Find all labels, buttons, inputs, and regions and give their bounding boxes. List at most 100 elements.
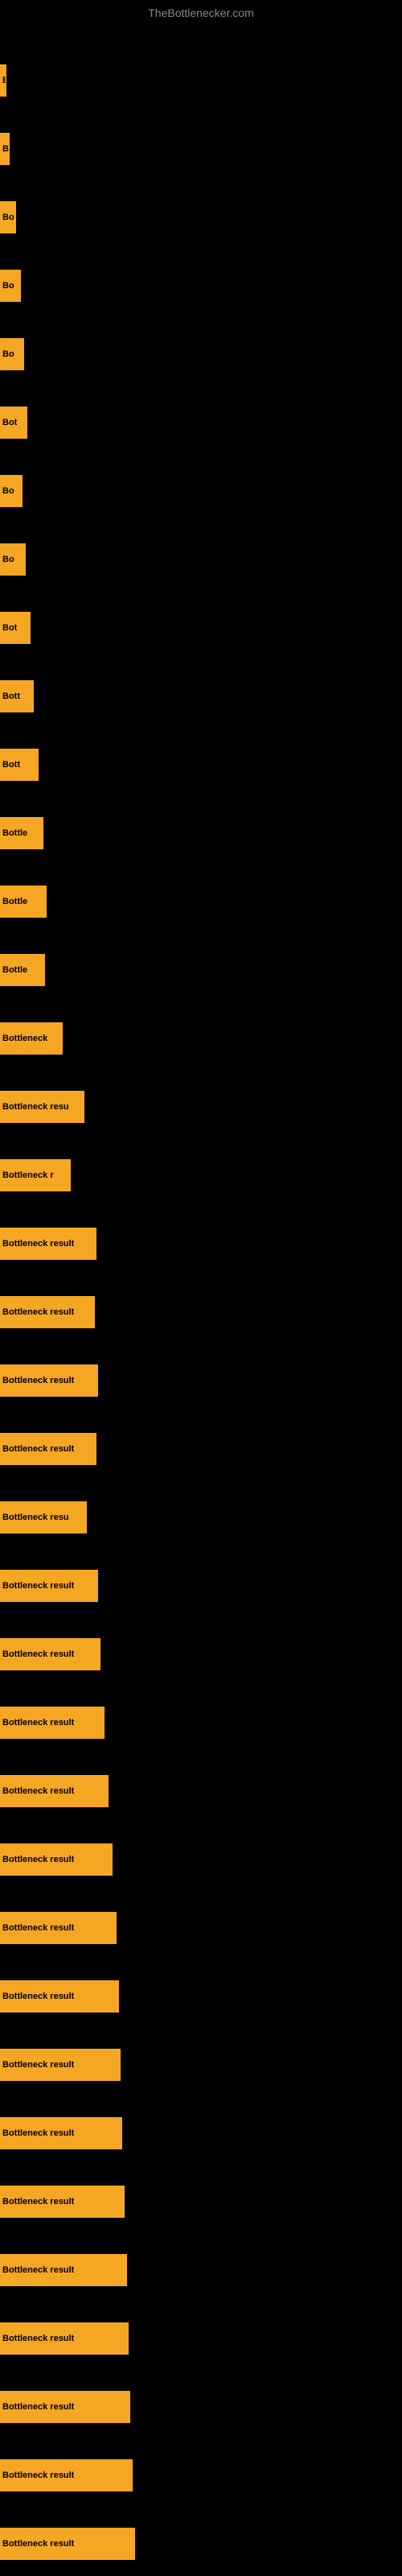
bar-row: Bottleneck result	[0, 1554, 402, 1618]
bar: B	[0, 64, 6, 97]
bar: Bottleneck r	[0, 1159, 71, 1191]
bar-label: Bottleneck result	[2, 1718, 74, 1728]
bar-row: Bottleneck result	[0, 1348, 402, 1413]
bar: Bottleneck result	[0, 1707, 105, 1739]
bar-row: Bottleneck r	[0, 1143, 402, 1208]
bar-label: Bott	[2, 760, 20, 770]
bar: Bottleneck result	[0, 1570, 98, 1602]
bar-label: Bottleneck resu	[2, 1102, 69, 1112]
bar: Bottleneck result	[0, 1433, 96, 1465]
bar-row: Bottleneck result	[0, 1690, 402, 1755]
bar-row: Bottleneck result	[0, 2238, 402, 2302]
bar-label: Bottleneck result	[2, 1581, 74, 1591]
bar-label: Bottleneck result	[2, 1307, 74, 1317]
bar-label: Bot	[2, 623, 17, 633]
bar: Bottleneck result	[0, 1775, 109, 1807]
site-title: TheBottlenecker.com	[148, 6, 254, 19]
bar: Bott	[0, 749, 39, 781]
bar: Bottle	[0, 817, 43, 849]
bar: Bottleneck result	[0, 1843, 113, 1876]
bar-label: Bottleneck result	[2, 1923, 74, 1933]
bar-row: Bo	[0, 322, 402, 386]
bar-row: Bottleneck result	[0, 1212, 402, 1276]
bar-row: Bot	[0, 596, 402, 660]
bar-row: Bo	[0, 459, 402, 523]
bar-row: B	[0, 117, 402, 181]
bar: Bott	[0, 680, 34, 712]
bar: Bottle	[0, 886, 47, 918]
bar: Bo	[0, 543, 26, 576]
bar-label: Bo	[2, 213, 14, 222]
bar-row: Bottleneck result	[0, 2512, 402, 2576]
bar-label: Bo	[2, 486, 14, 496]
bar: B	[0, 133, 10, 165]
bar: Bot	[0, 407, 27, 439]
bar-label: Bottleneck result	[2, 1855, 74, 1864]
bar: Bottleneck resu	[0, 1501, 87, 1534]
bar: Bottleneck result	[0, 1228, 96, 1260]
bar-row: Bottleneck result	[0, 2033, 402, 2097]
bar-label: Bottleneck result	[2, 1786, 74, 1796]
bar: Bottleneck	[0, 1022, 63, 1055]
bar: Bottleneck result	[0, 1638, 100, 1670]
bar-row: Bottleneck result	[0, 2375, 402, 2439]
bar-row: Bo	[0, 527, 402, 592]
bar: Bottleneck result	[0, 2528, 135, 2560]
bar-row: Bott	[0, 664, 402, 729]
bar-row: Bottleneck result	[0, 1964, 402, 2029]
bar-row: Bottleneck result	[0, 1280, 402, 1344]
bar-label: Bottleneck result	[2, 2402, 74, 2412]
bar-label: Bottleneck result	[2, 2334, 74, 2343]
bar-label: Bottleneck result	[2, 1649, 74, 1659]
bar: Bottleneck result	[0, 1364, 98, 1397]
bar-row: Bo	[0, 254, 402, 318]
bar-row: Bott	[0, 733, 402, 797]
bar-label: Bottleneck resu	[2, 1513, 69, 1522]
bar: Bottleneck result	[0, 2049, 121, 2081]
bar: Bo	[0, 338, 24, 370]
bar: Bottleneck result	[0, 1980, 119, 2013]
bar-label: Bottleneck result	[2, 1239, 74, 1249]
bar-label: Bot	[2, 418, 17, 427]
bar-row: Bottle	[0, 869, 402, 934]
bar-row: Bottleneck result	[0, 2306, 402, 2371]
bar-row: B	[0, 48, 402, 113]
bar-row: Bo	[0, 185, 402, 250]
bar-row: Bottleneck resu	[0, 1075, 402, 1139]
bar-row: Bottleneck result	[0, 1417, 402, 1481]
bar-label: Bottleneck	[2, 1034, 47, 1043]
bar-label: Bottleneck result	[2, 1444, 74, 1454]
bar-row: Bottleneck result	[0, 2101, 402, 2165]
bar-row: Bottleneck result	[0, 2169, 402, 2234]
bar: Bottleneck resu	[0, 1091, 84, 1123]
bar-label: B	[2, 144, 9, 154]
bar-label: Bottleneck result	[2, 1376, 74, 1385]
bar: Bo	[0, 270, 21, 302]
bar-row: Bottleneck result	[0, 2443, 402, 2508]
bar-label: Bo	[2, 555, 14, 564]
bar-label: Bottle	[2, 965, 27, 975]
bar-label: Bottle	[2, 897, 27, 906]
bar-label: Bottleneck result	[2, 2197, 74, 2207]
bar-row: Bottleneck	[0, 1006, 402, 1071]
bar-label: Bott	[2, 691, 20, 701]
bar: Bot	[0, 612, 31, 644]
bar-label: Bottleneck result	[2, 2471, 74, 2480]
bar: Bottleneck result	[0, 2391, 130, 2423]
bar: Bottleneck result	[0, 2459, 133, 2491]
bar: Bottleneck result	[0, 2322, 129, 2355]
bar-label: Bo	[2, 349, 14, 359]
bar: Bottleneck result	[0, 2186, 125, 2218]
bar: Bo	[0, 201, 16, 233]
bar-row: Bottleneck resu	[0, 1485, 402, 1550]
bar-label: Bottle	[2, 828, 27, 838]
bar-label: Bo	[2, 281, 14, 291]
bar-row: Bottleneck result	[0, 1896, 402, 1960]
bar-row: Bottle	[0, 801, 402, 865]
bar-row: Bottleneck result	[0, 1827, 402, 1892]
bar-row: Bot	[0, 390, 402, 455]
bar: Bottleneck result	[0, 1296, 95, 1328]
bar-label: B	[2, 76, 6, 85]
bar: Bottleneck result	[0, 2117, 122, 2149]
bar-label: Bottleneck r	[2, 1170, 54, 1180]
